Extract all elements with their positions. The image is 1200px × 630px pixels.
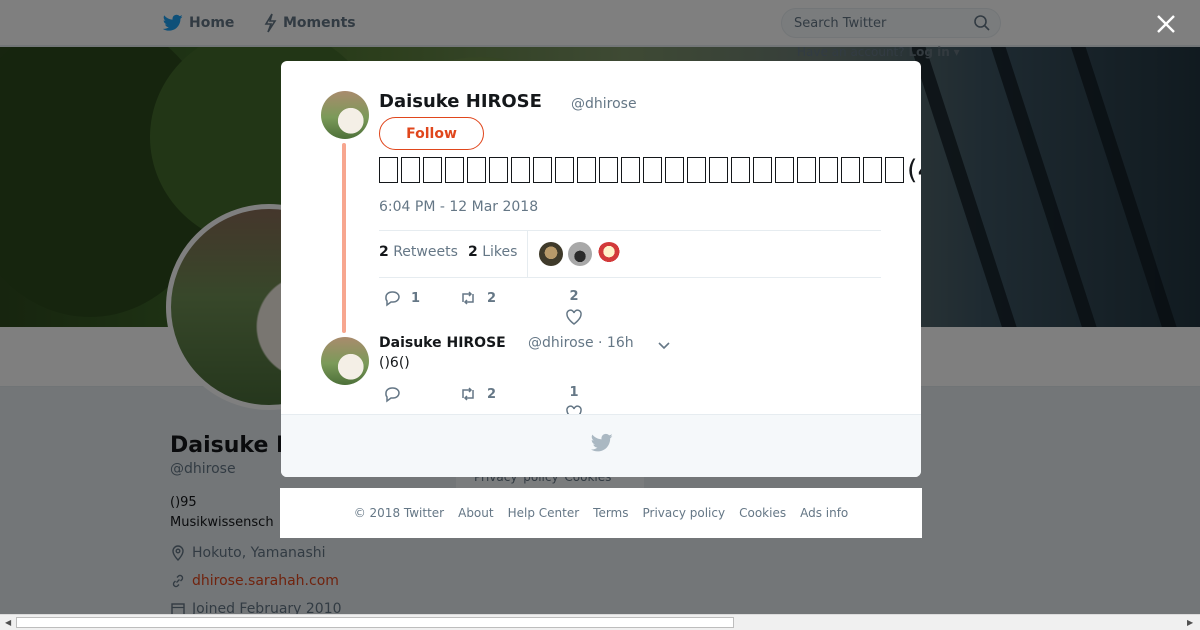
footer-cookies-link[interactable]: Cookies [739,506,786,520]
scroll-left-arrow-icon[interactable]: ◀ [5,618,11,627]
reply-icon [385,291,400,307]
horizontal-scrollbar[interactable]: ◀ ▶ [0,614,1200,630]
reply-button[interactable]: 1 [383,289,420,307]
likes-stat[interactable]: 2 Likes [468,244,517,260]
unrendered-glyph-box [467,157,486,183]
liker-avatar[interactable] [597,242,621,266]
unrendered-glyph-box [445,157,464,183]
tweet-text: (403-501) [379,153,921,189]
likes-count: 2 [468,244,478,260]
retweet-count: 2 [487,290,497,306]
reply-like-count: 1 [569,385,579,400]
modal-footer [281,414,921,477]
reply-author-handle[interactable]: @dhirose [528,335,594,351]
footer-copyright: © 2018 Twitter [353,506,445,520]
unrendered-glyph-box [401,157,420,183]
stats-divider [527,231,528,277]
tweet-author-handle[interactable]: @dhirose [571,96,637,112]
follow-button[interactable]: Follow [379,117,484,150]
tweet-stats: 2 Retweets 2 Likes [379,230,881,278]
like-button[interactable]: 2 [565,289,583,326]
heart-icon [566,309,582,325]
unrendered-glyph-box [665,157,684,183]
unrendered-glyph-box [555,157,574,183]
retweet-button[interactable]: 2 [459,289,496,307]
chevron-down-icon[interactable] [657,338,671,352]
reply-text: ()6() [379,355,410,371]
tweet-author-name[interactable]: Daisuke HIROSE [379,91,542,112]
thread-connector-line [342,143,346,333]
unrendered-glyph-box [775,157,794,183]
tweet-timestamp[interactable]: 6:04 PM - 12 Mar 2018 [379,199,538,215]
tweet-permalink-modal: Daisuke HIROSE @dhirose Follow (403-501)… [281,61,921,477]
reply-reply-button[interactable] [383,385,401,403]
close-icon[interactable] [1155,13,1177,35]
tweet-author-avatar[interactable] [321,91,369,139]
unrendered-glyph-box [489,157,508,183]
unrendered-glyph-box [533,157,552,183]
unrendered-glyph-box [797,157,816,183]
reply-author-avatar[interactable] [321,337,369,385]
liker-avatar[interactable] [539,242,563,266]
unrendered-glyph-box [687,157,706,183]
unrendered-glyph-box [753,157,772,183]
like-count: 2 [569,289,579,304]
tweet-text-trailing: (403-501) [907,155,921,186]
likes-label: Likes [482,244,518,260]
reply-age[interactable]: · 16h [598,335,634,351]
reply-retweet-button[interactable]: 2 [459,385,496,403]
unrendered-glyph-box [599,157,618,183]
retweets-count: 2 [379,244,389,260]
tweet-actions: 1 2 2 [379,289,679,325]
reply-actions: 2 1 [379,385,679,421]
retweets-stat[interactable]: 2 Retweets [379,244,458,260]
footer-about-link[interactable]: About [458,506,493,520]
retweet-icon [462,291,474,305]
unrendered-glyph-box [731,157,750,183]
reply-author-name[interactable]: Daisuke HIROSE [379,335,506,351]
unrendered-glyph-box [423,157,442,183]
unrendered-glyph-box [621,157,640,183]
liker-avatar[interactable] [568,242,592,266]
reply-author-handle-and-age: @dhirose · 16h [528,335,634,351]
unrendered-glyph-box [379,157,398,183]
reply-retweet-count: 2 [487,386,497,402]
page-footer: © 2018 Twitter About Help Center Terms P… [280,488,922,538]
retweets-label: Retweets [393,244,458,260]
unrendered-glyph-box [841,157,860,183]
reply-count: 1 [411,290,421,306]
footer-ads-link[interactable]: Ads info [800,506,848,520]
unrendered-glyph-boxes [379,155,907,186]
reply-icon [385,387,400,403]
twitter-bird-icon [591,433,613,452]
footer-privacy-link[interactable]: Privacy policy [643,506,726,520]
footer-terms-link[interactable]: Terms [593,506,628,520]
unrendered-glyph-box [709,157,728,183]
unrendered-glyph-box [643,157,662,183]
unrendered-glyph-box [863,157,882,183]
unrendered-glyph-box [511,157,530,183]
scrollbar-thumb[interactable] [16,617,734,628]
unrendered-glyph-box [885,157,904,183]
unrendered-glyph-box [819,157,838,183]
scroll-right-arrow-icon[interactable]: ▶ [1187,618,1193,627]
retweet-icon [462,387,474,401]
footer-help-link[interactable]: Help Center [508,506,580,520]
unrendered-glyph-box [577,157,596,183]
